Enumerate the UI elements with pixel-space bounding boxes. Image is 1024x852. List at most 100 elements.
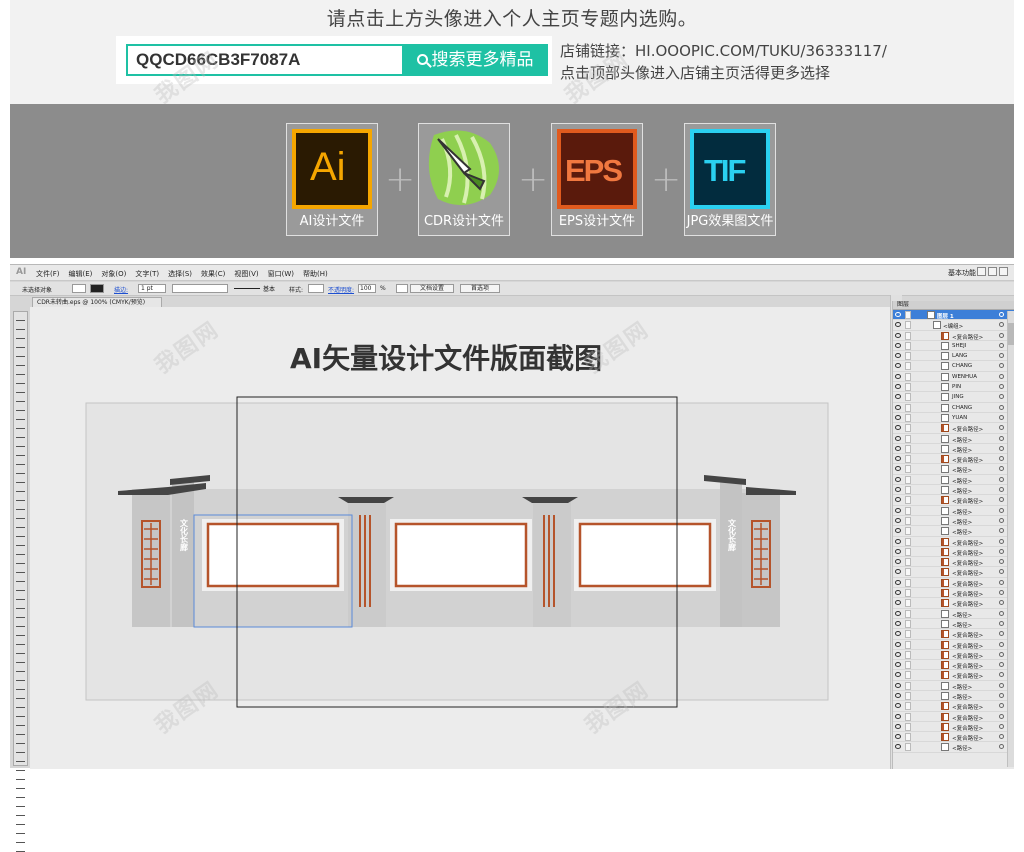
- target-icon[interactable]: [999, 445, 1004, 451]
- visibility-eye-icon[interactable]: [895, 641, 901, 647]
- layer-row[interactable]: <路径>: [893, 691, 1014, 702]
- target-icon[interactable]: [999, 342, 1004, 348]
- target-icon[interactable]: [999, 559, 1004, 565]
- lock-toggle[interactable]: [905, 681, 911, 690]
- target-icon[interactable]: [999, 425, 1004, 431]
- variable-width-select[interactable]: [172, 284, 228, 293]
- tool-icon[interactable]: [16, 828, 25, 834]
- visibility-eye-icon[interactable]: [895, 723, 901, 729]
- lock-toggle[interactable]: [905, 527, 911, 536]
- document-setup-button[interactable]: 文档设置: [410, 284, 454, 293]
- target-icon[interactable]: [999, 456, 1004, 462]
- tool-icon[interactable]: [16, 819, 25, 825]
- lock-toggle[interactable]: [905, 671, 911, 680]
- workspace-switcher[interactable]: 基本功能: [948, 268, 976, 278]
- tool-icon[interactable]: [16, 486, 25, 492]
- lock-toggle[interactable]: [905, 578, 911, 587]
- lock-toggle[interactable]: [905, 455, 911, 464]
- layer-row[interactable]: <复合路径>: [893, 660, 1014, 671]
- visibility-eye-icon[interactable]: [895, 528, 901, 534]
- tool-icon[interactable]: [16, 432, 25, 438]
- close-button[interactable]: [999, 267, 1008, 276]
- tool-icon[interactable]: [16, 846, 25, 852]
- layer-row[interactable]: WENHUA: [893, 372, 1014, 383]
- lock-toggle[interactable]: [905, 516, 911, 525]
- target-icon[interactable]: [999, 487, 1004, 493]
- fill-swatch[interactable]: [72, 284, 86, 293]
- menu-item[interactable]: 效果(C): [201, 269, 225, 279]
- layer-row[interactable]: <路径>: [893, 609, 1014, 619]
- visibility-eye-icon[interactable]: [895, 353, 901, 359]
- tool-icon[interactable]: [16, 315, 25, 321]
- tool-icon[interactable]: [16, 585, 25, 591]
- tool-icon[interactable]: [16, 342, 25, 348]
- visibility-eye-icon[interactable]: [895, 466, 901, 472]
- tool-icon[interactable]: [16, 513, 25, 519]
- lock-toggle[interactable]: [905, 413, 911, 422]
- layer-row[interactable]: <路径>: [893, 742, 1014, 753]
- lock-toggle[interactable]: [905, 599, 911, 608]
- tool-icon[interactable]: [16, 324, 25, 330]
- maximize-button[interactable]: [988, 267, 997, 276]
- tool-icon[interactable]: [16, 567, 25, 573]
- layer-row[interactable]: YUAN: [893, 413, 1014, 424]
- lock-toggle[interactable]: [905, 496, 911, 505]
- tool-icon[interactable]: [16, 666, 25, 672]
- target-icon[interactable]: [999, 404, 1004, 410]
- tool-icon[interactable]: [16, 837, 25, 843]
- visibility-eye-icon[interactable]: [895, 734, 901, 740]
- layer-row[interactable]: <复合路径>: [893, 454, 1014, 465]
- target-icon[interactable]: [999, 363, 1004, 369]
- layer-row[interactable]: <复合路径>: [893, 331, 1014, 341]
- tool-icon[interactable]: [16, 711, 25, 717]
- layer-row[interactable]: PIN: [893, 382, 1014, 393]
- layer-row[interactable]: <复合路径>: [893, 567, 1014, 578]
- tool-icon[interactable]: [16, 414, 25, 420]
- tool-icon[interactable]: [16, 729, 25, 735]
- tool-icon[interactable]: [16, 801, 25, 807]
- layer-row[interactable]: <复合路径>: [893, 722, 1014, 733]
- opacity-input[interactable]: 100: [358, 284, 376, 293]
- target-icon[interactable]: [999, 373, 1004, 379]
- tool-icon[interactable]: [16, 810, 25, 816]
- lock-toggle[interactable]: [905, 506, 911, 515]
- layer-row[interactable]: SHEJI: [893, 341, 1014, 352]
- lock-toggle[interactable]: [905, 475, 911, 484]
- target-icon[interactable]: [999, 312, 1004, 317]
- tool-icon[interactable]: [16, 369, 25, 375]
- target-icon[interactable]: [999, 466, 1004, 472]
- lock-toggle[interactable]: [905, 619, 911, 628]
- layer-row[interactable]: <路径>: [893, 506, 1014, 516]
- layer-row[interactable]: <复合路径>: [893, 712, 1014, 722]
- target-icon[interactable]: [999, 517, 1004, 523]
- visibility-eye-icon[interactable]: [895, 651, 901, 657]
- layer-row[interactable]: <复合路径>: [893, 732, 1014, 743]
- visibility-eye-icon[interactable]: [895, 497, 901, 503]
- visibility-eye-icon[interactable]: [895, 610, 901, 616]
- stroke-label[interactable]: 描边:: [114, 285, 128, 294]
- tool-icon[interactable]: [16, 675, 25, 681]
- preferences-button[interactable]: 首选项: [460, 284, 500, 293]
- layer-row[interactable]: <复合路径>: [893, 557, 1014, 568]
- visibility-eye-icon[interactable]: [895, 620, 901, 626]
- tool-icon[interactable]: [16, 747, 25, 753]
- tool-icon[interactable]: [16, 549, 25, 555]
- tool-icon[interactable]: [16, 468, 25, 474]
- visibility-eye-icon[interactable]: [895, 476, 901, 482]
- visibility-eye-icon[interactable]: [895, 487, 901, 493]
- lock-toggle[interactable]: [905, 486, 911, 495]
- tool-icon[interactable]: [16, 477, 25, 483]
- visibility-eye-icon[interactable]: [895, 579, 901, 585]
- visibility-eye-icon[interactable]: [895, 672, 901, 678]
- tool-icon[interactable]: [16, 459, 25, 465]
- lock-toggle[interactable]: [905, 403, 911, 412]
- tool-icon[interactable]: [16, 603, 25, 609]
- visibility-eye-icon[interactable]: [895, 373, 901, 379]
- tool-icon[interactable]: [16, 360, 25, 366]
- lock-toggle[interactable]: [905, 733, 911, 742]
- target-icon[interactable]: [999, 332, 1004, 338]
- visibility-eye-icon[interactable]: [895, 692, 901, 698]
- lock-toggle[interactable]: [905, 589, 911, 598]
- target-icon[interactable]: [999, 414, 1004, 420]
- layer-row[interactable]: <路径>: [893, 619, 1014, 630]
